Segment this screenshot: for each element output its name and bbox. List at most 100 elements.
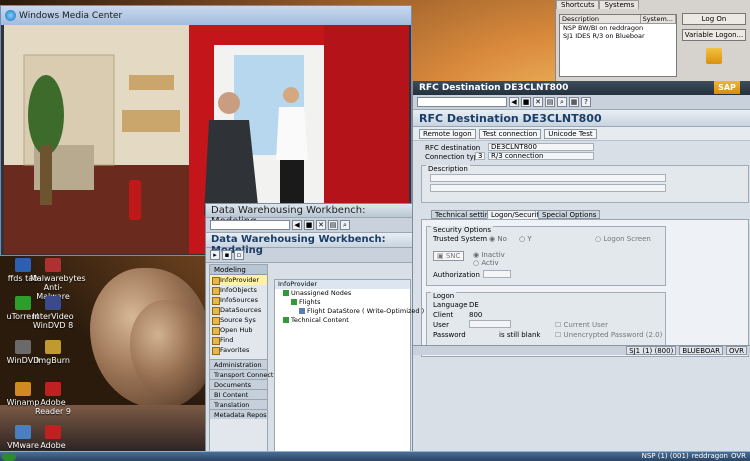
layout-icon[interactable]: ▦	[569, 97, 579, 107]
toolbar-icon[interactable]: ▪	[222, 250, 232, 260]
nav-section-translation[interactable]: Translation	[210, 399, 267, 409]
logon-screen-radio[interactable]: ○ Logon Screen	[595, 235, 651, 243]
taskbar-status-system: NSP (1) (001)	[641, 452, 689, 460]
print-icon[interactable]: ▤	[328, 220, 338, 230]
nav-item-favorites[interactable]: Favorites	[210, 345, 267, 355]
wmc-titlebar[interactable]: Windows Media Center	[1, 6, 411, 25]
print-icon[interactable]: ▤	[545, 97, 555, 107]
back-icon[interactable]: ◀	[509, 97, 519, 107]
snc-button[interactable]: ▣ SNC	[433, 251, 465, 261]
desktop-icon[interactable]: ImgBurn	[30, 340, 76, 365]
desktop-icon[interactable]: Malwarebytes Anti-Malware	[30, 258, 86, 301]
utorrent-icon	[15, 296, 31, 310]
radio-no[interactable]: ◉ No	[489, 235, 507, 243]
snc-inactive-radio[interactable]: ◉ Inactiv	[473, 251, 505, 259]
unencrypted-password-checkbox[interactable]: ☐ Unencrypted Password (2.0)	[555, 331, 662, 339]
command-field[interactable]	[417, 97, 507, 107]
nav-item-find[interactable]: Find	[210, 335, 267, 345]
user-field[interactable]	[469, 320, 511, 328]
authorization-field[interactable]	[483, 270, 511, 278]
language-value: DE	[469, 301, 479, 309]
nav-section-documents[interactable]: Documents	[210, 379, 267, 389]
start-button[interactable]	[2, 453, 16, 461]
list-item[interactable]: SJ1 IDES R/3 on Blueboar	[560, 32, 676, 40]
remote-logon-button[interactable]: Remote logon	[419, 129, 476, 139]
save-icon[interactable]: ■	[521, 97, 531, 107]
adobe-acrobat-icon	[45, 425, 61, 439]
rfc-destination-label: RFC destination	[425, 144, 481, 152]
password-status: is still blank	[499, 331, 541, 339]
nav-item-infosources[interactable]: InfoSources	[210, 295, 267, 305]
malwarebytes-icon	[45, 258, 61, 272]
help-icon[interactable]: ?	[581, 97, 591, 107]
nav-item-infoobjects[interactable]: InfoObjects	[210, 285, 267, 295]
user-label: User	[433, 321, 449, 329]
taskbar-status-mode: OVR	[730, 452, 746, 460]
desktop-icon[interactable]: Adobe Reader 9	[30, 382, 76, 416]
description-field[interactable]	[430, 174, 666, 182]
node-icon	[283, 290, 289, 296]
tree-node[interactable]: Technical Content	[275, 316, 410, 325]
adobe-reader-icon	[45, 382, 61, 396]
language-label: Language	[433, 301, 468, 309]
tab-systems[interactable]: Systems	[599, 0, 640, 9]
taskbar: NSP (1) (001) reddragon OVR	[0, 451, 750, 461]
connection-type-code[interactable]: 3	[475, 152, 485, 160]
sap-titlebar: RFC Destination DE3CLNT800	[413, 81, 750, 95]
column-header[interactable]: System...	[641, 15, 676, 23]
cancel-icon[interactable]: ✕	[533, 97, 543, 107]
nav-item-infoprovider[interactable]: InfoProvider	[210, 275, 267, 285]
dwb-window[interactable]: Data Warehousing Workbench: Modeling ◀ ■…	[205, 203, 424, 461]
vmware-icon	[15, 425, 31, 439]
nav-item-datasources[interactable]: DataSources	[210, 305, 267, 315]
tab-special-options[interactable]: Special Options	[538, 210, 601, 219]
column-header[interactable]: Description	[560, 15, 641, 23]
find-icon[interactable]: ⌕	[340, 220, 350, 230]
dwb-titlebar: Data Warehousing Workbench: Modeling	[206, 204, 412, 227]
tree-node[interactable]: Flights	[275, 298, 410, 307]
test-connection-button[interactable]: Test connection	[478, 129, 542, 139]
list-item[interactable]: NSP BW/BI on reddragon	[560, 24, 676, 32]
toolbar-icon[interactable]: ▸	[210, 250, 220, 260]
unicode-test-button[interactable]: Unicode Test	[544, 129, 597, 139]
snc-active-radio[interactable]: ○ Activ	[473, 259, 499, 267]
save-icon[interactable]: ■	[304, 220, 314, 230]
tree-node[interactable]: InfoProvider	[275, 280, 410, 289]
back-icon[interactable]: ◀	[292, 220, 302, 230]
nav-head[interactable]: Modeling	[210, 265, 267, 275]
page-title: Data Warehousing Workbench: Modeling	[206, 233, 412, 256]
cancel-icon[interactable]: ✕	[316, 220, 326, 230]
system-list[interactable]: Description System... NSP BW/BI on reddr…	[559, 14, 677, 77]
tab-shortcuts[interactable]: Shortcuts	[556, 0, 600, 9]
sap-rfc-window[interactable]: RFC Destination DE3CLNT800 SAP ◀ ■ ✕ ▤ ⌕…	[412, 81, 750, 451]
variable-logon-button[interactable]: Variable Logon...	[682, 29, 746, 41]
app-icon	[15, 258, 31, 272]
nav-section-bi-content[interactable]: BI Content	[210, 389, 267, 399]
nav-section-transport[interactable]: Transport Connect	[210, 369, 273, 379]
node-icon	[291, 299, 297, 305]
find-icon[interactable]: ⌕	[557, 97, 567, 107]
media-center-icon	[5, 10, 16, 21]
sap-logon-pad[interactable]: Shortcuts Systems Description System... …	[555, 0, 750, 81]
status-host: BLUEBOAR	[679, 346, 723, 355]
current-user-checkbox[interactable]: ☐ Current User	[555, 321, 608, 329]
nav-item-source-systems[interactable]: Source Sys	[210, 315, 267, 325]
nav-section-metadata[interactable]: Metadata Repos	[210, 409, 267, 419]
radio-yes[interactable]: ○ Y	[519, 235, 532, 243]
desktop-icon[interactable]: InterVideo WinDVD 8	[30, 296, 76, 330]
command-field[interactable]	[210, 220, 290, 230]
description-field[interactable]	[430, 184, 666, 192]
toolbar-icon[interactable]: ▫	[234, 250, 244, 260]
tree-node[interactable]: Flight DataStore ( Write-Optimized )	[275, 307, 424, 316]
tree-node[interactable]: Unassigned Nodes	[275, 289, 410, 298]
sap-toolbar: ◀ ■ ✕ ▤ ⌕ ▦ ?	[413, 95, 750, 110]
nav-section-administration[interactable]: Administration	[210, 359, 267, 369]
client-value: 800	[469, 311, 483, 319]
log-on-button[interactable]: Log On	[682, 13, 746, 25]
status-mode: OVR	[725, 346, 747, 355]
nav-item-open-hub[interactable]: Open Hub	[210, 325, 267, 335]
datastore-icon	[299, 308, 305, 314]
winamp-icon	[15, 382, 31, 396]
infoprovider-tree[interactable]: InfoProvider Unassigned Nodes Flights Fl…	[274, 279, 424, 458]
modeling-navigation[interactable]: Modeling InfoProvider InfoObjects InfoSo…	[209, 264, 273, 458]
